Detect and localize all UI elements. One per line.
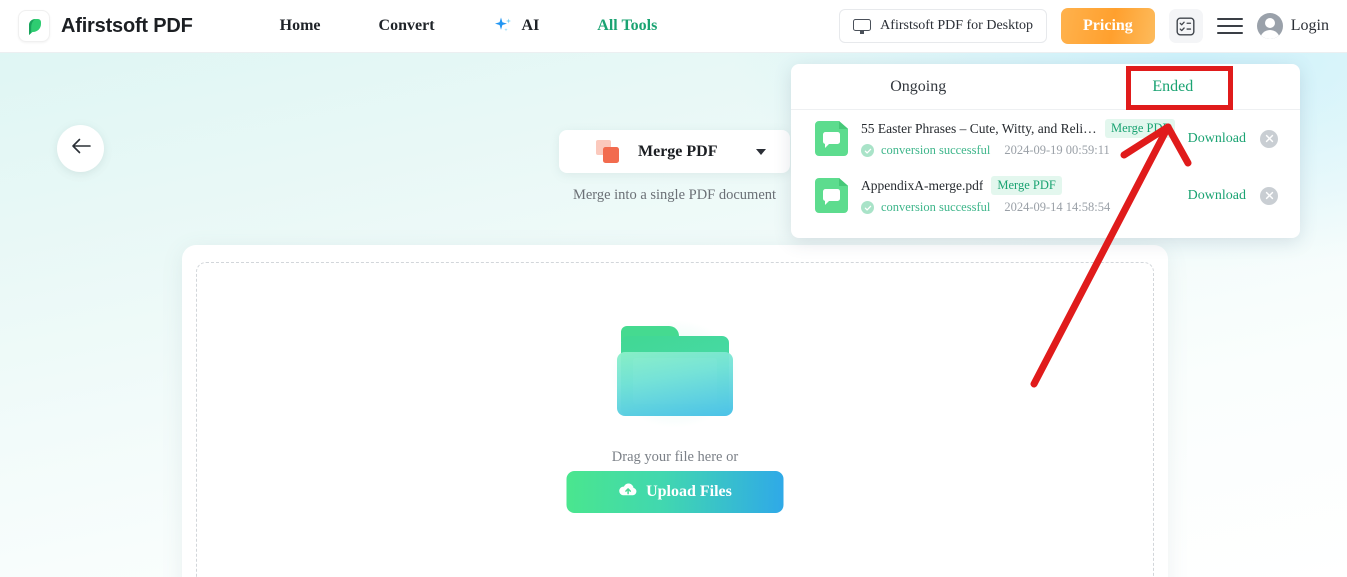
brand-name: Afirstsoft PDF [61, 14, 193, 37]
merge-pdf-icon [596, 139, 620, 164]
sparkle-icon [493, 16, 515, 36]
upload-card: Drag your file here or Upload Files [182, 245, 1168, 577]
nav-item-label: Convert [378, 17, 435, 34]
app-root: Afirstsoft PDF Home Convert AI All Tools… [0, 0, 1347, 577]
check-circle-icon [861, 201, 874, 214]
pdf-file-icon [815, 121, 848, 156]
upload-files-button[interactable]: Upload Files [566, 471, 784, 513]
task-status: conversion successful [881, 143, 991, 157]
task-row[interactable]: AppendixA-merge.pdf Merge PDF conversion… [791, 167, 1300, 224]
app-header: Afirstsoft PDF Home Convert AI All Tools… [0, 0, 1347, 53]
task-info: 55 Easter Phrases – Cute, Witty, and Rel… [861, 119, 1188, 158]
chevron-down-icon[interactable] [756, 148, 766, 155]
annotation-highlight-box [1126, 66, 1233, 110]
monitor-icon [853, 18, 872, 34]
nav-item-ai[interactable]: AI [464, 0, 569, 53]
nav-item-label: All Tools [597, 17, 658, 34]
login-label: Login [1290, 17, 1329, 34]
nav-item-home[interactable]: Home [251, 0, 350, 53]
download-link[interactable]: Download [1188, 188, 1246, 204]
tab-ongoing[interactable]: Ongoing [791, 64, 1046, 109]
status-badge: Merge PDF [1105, 119, 1176, 138]
check-circle-icon [861, 144, 874, 157]
header-actions: Afirstsoft PDF for Desktop Pricing Login [839, 8, 1329, 44]
file-dropzone[interactable]: Drag your file here or Upload Files [196, 262, 1154, 577]
avatar-icon [1256, 13, 1283, 39]
drag-hint-text: Drag your file here or [611, 449, 739, 465]
pdf-file-icon [815, 178, 848, 213]
afirstsoft-leaf-logo-icon [18, 10, 50, 42]
desktop-app-button[interactable]: Afirstsoft PDF for Desktop [839, 9, 1048, 43]
task-title: 55 Easter Phrases – Cute, Witty, and Rel… [861, 120, 1097, 136]
brand[interactable]: Afirstsoft PDF [18, 10, 193, 42]
arrow-left-icon [69, 137, 93, 160]
nav-item-label: AI [521, 17, 540, 34]
upload-files-label: Upload Files [646, 483, 732, 500]
tool-name: Merge PDF [638, 142, 718, 160]
nav-item-convert[interactable]: Convert [350, 0, 464, 53]
hamburger-menu-icon[interactable] [1216, 13, 1243, 39]
task-status: conversion successful [881, 200, 991, 214]
task-title: AppendixA-merge.pdf [861, 177, 984, 193]
folder-icon [607, 318, 743, 430]
desktop-app-label: Afirstsoft PDF for Desktop [880, 18, 1034, 33]
task-timestamp: 2024-09-14 14:58:54 [1004, 200, 1111, 214]
pricing-button[interactable]: Pricing [1061, 8, 1155, 44]
main-nav: Home Convert AI All Tools [251, 0, 687, 53]
tool-selector[interactable]: Merge PDF [559, 130, 790, 173]
close-circle-icon[interactable] [1260, 186, 1278, 205]
download-link[interactable]: Download [1188, 131, 1246, 147]
task-list-icon[interactable] [1168, 9, 1203, 43]
nav-item-label: Home [279, 17, 321, 34]
login-button[interactable]: Login [1256, 13, 1329, 39]
close-circle-icon[interactable] [1260, 129, 1278, 148]
back-button[interactable] [57, 125, 104, 172]
cloud-upload-icon [618, 482, 637, 502]
tool-description: Merge into a single PDF document [572, 187, 777, 203]
task-row[interactable]: 55 Easter Phrases – Cute, Witty, and Rel… [791, 110, 1300, 167]
task-info: AppendixA-merge.pdf Merge PDF conversion… [861, 176, 1188, 215]
status-badge: Merge PDF [991, 176, 1062, 195]
nav-item-all-tools[interactable]: All Tools [568, 0, 686, 53]
task-timestamp: 2024-09-19 00:59:11 [1004, 143, 1110, 157]
